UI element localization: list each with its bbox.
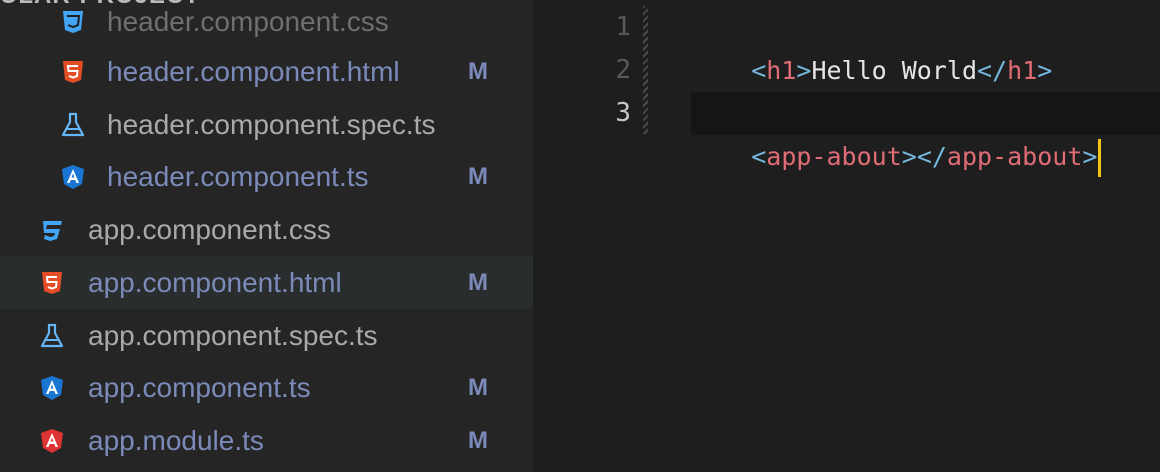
git-modified-badge: M [468, 374, 488, 401]
close-bracket: > [1082, 142, 1098, 171]
css-icon [63, 11, 83, 33]
flask-icon [40, 323, 64, 348]
tree-item-label: app.component.ts [88, 372, 311, 403]
line-number-active: 3 [615, 98, 631, 128]
tree-item-header-component-spec-ts[interactable]: header.component.spec.ts [0, 98, 533, 151]
open-bracket: < [751, 142, 767, 171]
code-line-1[interactable]: <h1>Hello World</h1> [691, 6, 1052, 85]
code-line-3[interactable]: <app-about></app-about> [691, 92, 1160, 177]
tree-item-label: app.component.css [88, 214, 331, 245]
code-line-2[interactable]: <app-header></app-header> [691, 49, 1127, 128]
angular-red-icon [41, 429, 63, 453]
tree-item-label: app.module.ts [88, 425, 264, 456]
text-cursor [1098, 139, 1102, 177]
html5-icon [42, 272, 62, 294]
css-icon [43, 221, 62, 241]
html5-icon [63, 61, 83, 83]
tree-item-label: header.component.ts [107, 161, 369, 192]
flask-icon [61, 112, 85, 137]
tag-name: app-about [946, 142, 1083, 171]
git-modified-badge: M [468, 163, 488, 190]
tree-item-label: header.component.html [107, 56, 400, 87]
angular-icon [41, 376, 63, 400]
tree-item-label: header.component.css [107, 6, 389, 37]
close-bracket: > [901, 142, 917, 171]
tree-item-label: app.component.spec.ts [88, 320, 378, 351]
tree-item-app-component-css[interactable]: app.component.css [0, 203, 533, 256]
tree-item-app-module-ts[interactable]: app.module.ts M [0, 414, 533, 467]
tree-item-app-component-html[interactable]: app.component.html M [0, 256, 533, 309]
explorer-sidebar: ULAR-PROJECT header.component.css header… [0, 0, 533, 472]
tree-item-header-component-html[interactable]: header.component.html M [0, 45, 533, 98]
indent-guide [643, 6, 648, 134]
angular-icon [62, 165, 84, 189]
tree-item-label: app.component.html [88, 267, 342, 298]
tree-item-app-component-ts[interactable]: app.component.ts M [0, 361, 533, 414]
git-modified-badge: M [468, 427, 488, 454]
git-modified-badge: M [468, 58, 488, 85]
tag-name: app-about [766, 142, 902, 171]
open-bracket: </ [916, 142, 947, 171]
line-number: 1 [615, 12, 631, 42]
git-modified-badge: M [468, 269, 488, 296]
tree-item-header-component-ts[interactable]: header.component.ts M [0, 150, 533, 203]
tree-item-app-component-spec-ts[interactable]: app.component.spec.ts [0, 309, 533, 362]
code-editor[interactable]: 1 2 3 <h1>Hello World</h1> <app-header><… [533, 0, 1160, 472]
tree-item-label: header.component.spec.ts [107, 109, 436, 140]
line-number: 2 [615, 55, 631, 85]
tree-item-header-component-css[interactable]: header.component.css [0, 0, 533, 48]
